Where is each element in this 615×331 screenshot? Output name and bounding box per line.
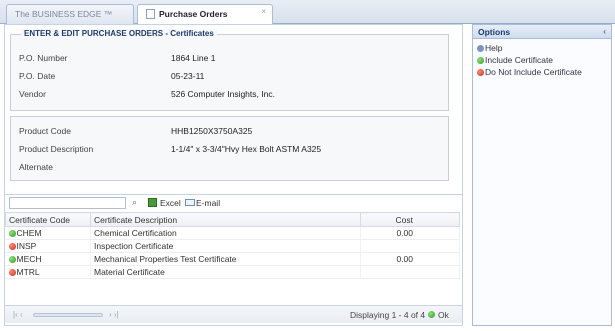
include-certificate-link[interactable]: Include Certificate [477,55,553,65]
product-code-value: HHB1250X3750A325 [171,126,253,136]
certificate-code: MTRL [16,267,40,277]
certificate-code: CHEM [16,228,42,238]
tab-purchase-orders[interactable]: Purchase Orders × [137,4,273,24]
certificate-code: MECH [16,254,42,264]
product-section: Product Code HHB1250X3750A325 Product De… [10,116,449,181]
ok-button[interactable]: Ok [438,310,449,320]
export-excel-button[interactable]: Excel [160,198,181,208]
email-button[interactable]: E-mail [196,198,220,208]
included-status-icon [8,230,16,237]
certificate-description: Inspection Certificate [90,239,361,253]
next-last-page-buttons[interactable]: › ›| [109,310,119,319]
cell-code: INSP [5,239,91,253]
product-code-label: Product Code [19,126,71,136]
excel-icon[interactable] [148,198,157,207]
tab-business-edge-label: The BUSINESS EDGE ™ [15,9,113,19]
include-icon [477,57,484,64]
exclude-certificate-label: Do Not Include Certificate [485,67,582,77]
certificate-cost: 0.00 [360,226,460,240]
grid-header-row: Certificate Code Certificate Description… [5,212,460,227]
certificate-description: Mechanical Properties Test Certificate [90,252,361,266]
excluded-status-icon [8,269,16,276]
po-number-label: P.O. Number [19,53,68,63]
certificates-grid: Certificate Code Certificate Description… [5,212,460,279]
certificate-cost [360,239,460,253]
excluded-status-icon [8,243,16,250]
table-row[interactable]: CHEM Chemical Certification 0.00 [5,226,460,240]
paging-toolbar: |‹ ‹ › ›| Displaying 1 - 4 of 4 Ok [5,305,462,323]
certificate-cost: 0.00 [360,252,460,266]
options-header: Options ‹ [473,25,611,39]
po-number-value: 1864 Line 1 [171,53,216,63]
help-link[interactable]: Help [477,43,502,53]
po-details-section: ENTER & EDIT PURCHASE ORDERS - Certifica… [10,29,449,111]
section-title: ENTER & EDIT PURCHASE ORDERS - Certifica… [21,29,217,38]
column-header-description[interactable]: Certificate Description [90,212,361,227]
cell-code: CHEM [5,226,91,240]
first-prev-page-buttons[interactable]: |‹ ‹ [13,310,23,319]
column-header-cost[interactable]: Cost [360,212,460,227]
tab-purchase-orders-label: Purchase Orders [159,9,228,19]
tab-business-edge[interactable]: The BUSINESS EDGE ™ [6,4,134,24]
product-description-label: Product Description [19,144,94,154]
help-label: Help [485,43,503,53]
search-icon[interactable]: ⌕ [132,197,137,208]
options-title: Options [478,27,511,37]
help-icon [477,45,484,52]
grid-toolbar: ⌕ Excel E-mail [5,194,462,211]
certificate-cost [360,265,460,279]
table-row[interactable]: MECH Mechanical Properties Test Certific… [5,252,460,266]
product-description-value: 1-1/4" x 3-3/4"Hvy Hex Bolt ASTM A325 [171,144,322,154]
column-header-code[interactable]: Certificate Code [5,212,91,227]
alternate-label: Alternate [19,162,54,172]
ok-icon[interactable] [428,311,435,318]
cell-code: MECH [5,252,91,266]
page-slider[interactable] [33,313,103,317]
collapse-icon[interactable]: ‹ [603,26,606,36]
cell-code: MTRL [5,265,91,279]
vendor-value: 526 Computer Insights, Inc. [171,89,275,99]
po-date-label: P.O. Date [19,71,56,81]
certificate-code: INSP [16,241,37,251]
table-row[interactable]: INSP Inspection Certificate [5,239,460,253]
po-date-value: 05-23-11 [171,71,205,81]
document-icon [146,9,155,19]
tab-bar: The BUSINESS EDGE ™ Purchase Orders × [0,0,615,24]
included-status-icon [8,256,16,263]
vendor-label: Vendor [19,89,46,99]
certificate-description: Chemical Certification [90,226,361,240]
options-panel: Options ‹ Help Include Certificate Do No… [472,24,612,326]
close-tab-icon[interactable]: × [261,7,266,16]
table-row[interactable]: MTRL Material Certificate [5,265,460,279]
paging-display-text: Displaying 1 - 4 of 4 [350,310,426,320]
exclude-certificate-link[interactable]: Do Not Include Certificate [477,67,582,77]
include-certificate-label: Include Certificate [485,55,554,65]
email-icon[interactable] [185,199,195,206]
search-input[interactable] [9,197,126,209]
exclude-icon [477,69,484,76]
certificate-description: Material Certificate [90,265,361,279]
